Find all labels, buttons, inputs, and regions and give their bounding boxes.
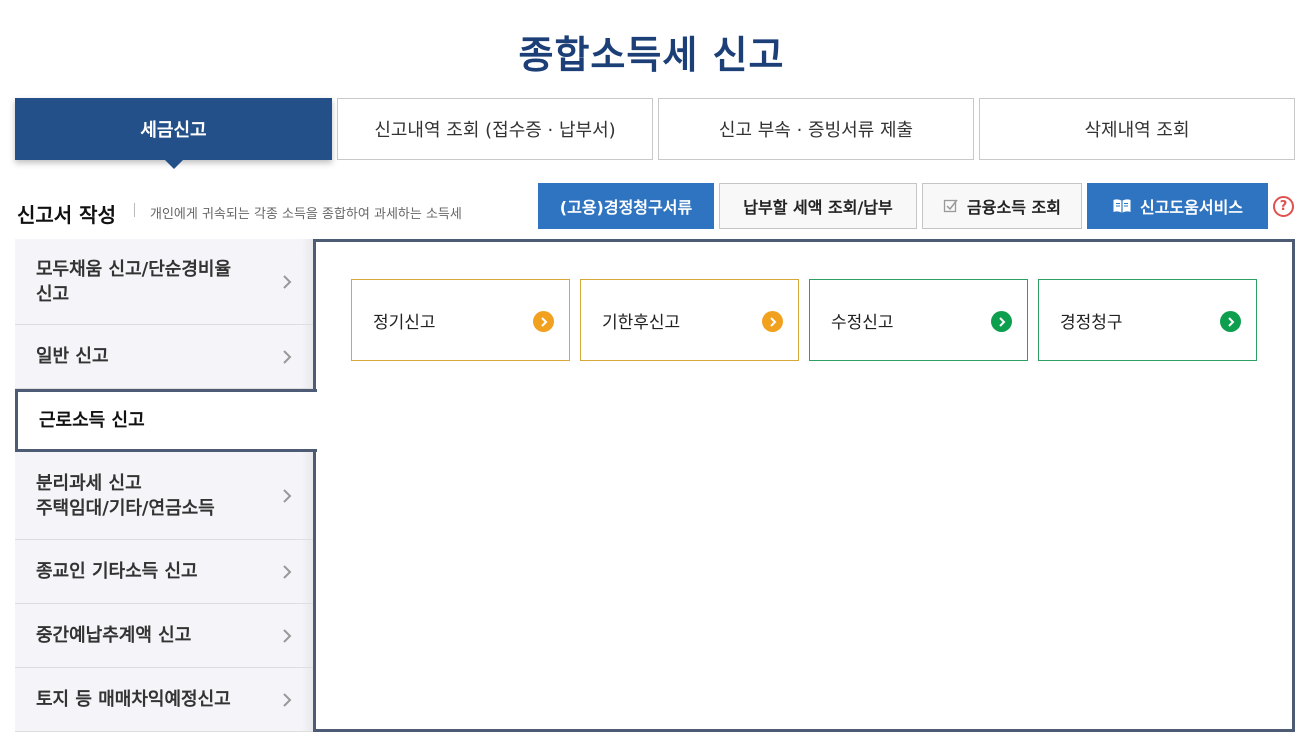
button-label: 금융소득 조회	[967, 198, 1061, 217]
section-header: 신고서 작성 개인에게 귀속되는 각종 소득을 종합하여 과세하는 소득세 (고…	[15, 183, 1295, 229]
report-help-service-button[interactable]: 신고도움서비스	[1087, 183, 1268, 229]
chevron-right-icon	[283, 692, 292, 707]
chevron-right-icon	[1220, 311, 1241, 332]
chevron-right-icon	[762, 311, 783, 332]
chevron-right-icon	[283, 628, 292, 643]
amended-report-card[interactable]: 수정신고	[809, 279, 1028, 361]
menu-item-label: 토지 등 매매차익예정신고	[36, 689, 231, 710]
menu-item-label: 근로소득 신고	[39, 410, 145, 431]
tab-report-history[interactable]: 신고내역 조회 (접수증 · 납부서)	[337, 98, 653, 160]
button-label: 신고도움서비스	[1139, 198, 1244, 217]
tab-label: 신고 부속 · 증빙서류 제출	[718, 120, 914, 141]
tab-label: 세금신고	[140, 120, 207, 141]
button-label: (고용)경정청구서류	[559, 198, 693, 217]
chevron-right-icon	[283, 488, 292, 503]
chevron-right-icon	[283, 349, 292, 364]
menu-item-land-sale-profit-report[interactable]: 토지 등 매매차익예정신고	[15, 668, 315, 732]
menu-item-general-report[interactable]: 일반 신고	[15, 325, 315, 389]
chevron-right-icon	[283, 564, 292, 579]
checkbox-icon	[943, 198, 959, 214]
tab-deleted-history[interactable]: 삭제내역 조회	[979, 98, 1295, 160]
employment-claim-docs-button[interactable]: (고용)경정청구서류	[538, 183, 714, 229]
late-report-card[interactable]: 기한후신고	[580, 279, 799, 361]
chevron-right-icon	[991, 311, 1012, 332]
page-title: 종합소득세 신고	[518, 33, 785, 77]
section-title: 신고서 작성	[17, 203, 116, 227]
report-type-menu: 모두채움 신고/단순경비율 신고 일반 신고 근로소득 신고 분리과세 신고 주…	[15, 239, 317, 736]
menu-item-simple-report[interactable]: 모두채움 신고/단순경비율 신고	[15, 239, 315, 325]
tab-tax-report[interactable]: 세금신고	[15, 98, 332, 169]
divider	[134, 203, 135, 217]
tax-payment-lookup-button[interactable]: 납부할 세액 조회/납부	[719, 183, 917, 229]
section-description: 개인에게 귀속되는 각종 소득을 종합하여 과세하는 소득세	[150, 207, 462, 222]
tab-attachment-submit[interactable]: 신고 부속 · 증빙서류 제출	[658, 98, 974, 160]
chevron-right-icon	[283, 274, 292, 289]
menu-item-religious-income-report[interactable]: 종교인 기타소득 신고	[15, 540, 315, 604]
menu-item-label: 종교인 기타소득 신고	[36, 561, 198, 582]
financial-income-lookup-button[interactable]: 금융소득 조회	[922, 183, 1082, 229]
regular-report-card[interactable]: 정기신고	[351, 279, 570, 361]
help-icon[interactable]: ?	[1273, 196, 1294, 217]
book-icon	[1112, 198, 1132, 214]
menu-item-label: 모두채움 신고/단순경비율 신고	[36, 258, 231, 305]
card-label: 수정신고	[831, 312, 894, 333]
menu-item-label: 분리과세 신고 주택임대/기타/연금소득	[36, 472, 215, 519]
menu-item-interim-prepayment-report[interactable]: 중간예납추계액 신고	[15, 604, 315, 668]
menu-item-earned-income-report[interactable]: 근로소득 신고	[15, 389, 317, 452]
button-label: 납부할 세액 조회/납부	[743, 198, 893, 217]
card-label: 기한후신고	[602, 312, 681, 333]
menu-item-label: 일반 신고	[36, 346, 109, 367]
correction-claim-card[interactable]: 경정청구	[1038, 279, 1257, 361]
help-label: ?	[1279, 199, 1288, 214]
main-tabs: 세금신고 신고내역 조회 (접수증 · 납부서) 신고 부속 · 증빙서류 제출…	[15, 98, 1295, 169]
card-label: 경정청구	[1060, 312, 1123, 333]
menu-item-separate-taxation-report[interactable]: 분리과세 신고 주택임대/기타/연금소득	[15, 452, 315, 540]
card-label: 정기신고	[373, 312, 436, 333]
chevron-right-icon	[533, 311, 554, 332]
menu-item-label: 중간예납추계액 신고	[36, 625, 192, 646]
report-content-panel: 정기신고 기한후신고 수정신고 경정청구	[313, 239, 1295, 732]
tab-label: 신고내역 조회 (접수증 · 납부서)	[374, 120, 616, 141]
tab-label: 삭제내역 조회	[1084, 120, 1190, 141]
